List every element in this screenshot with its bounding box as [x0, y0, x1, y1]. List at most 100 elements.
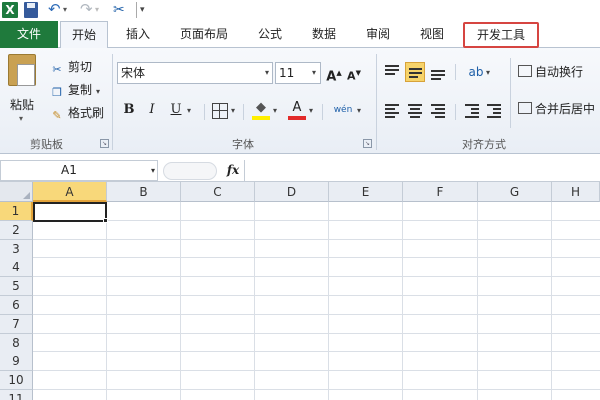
shrink-font-button[interactable]: A▼	[346, 62, 362, 84]
copy-button[interactable]: ❐ 复制 ▾	[50, 81, 100, 99]
font-separator-3	[322, 104, 323, 120]
align-left-button[interactable]	[382, 100, 402, 120]
formula-input[interactable]	[244, 160, 600, 181]
border-icon[interactable]	[212, 103, 228, 119]
row-header-7[interactable]: 7	[0, 314, 33, 334]
align-separator	[455, 64, 456, 80]
select-all-corner[interactable]	[0, 182, 33, 202]
row-header-3[interactable]: 3	[0, 239, 33, 259]
customize-icon[interactable]: ✂	[113, 2, 131, 18]
redo-dropdown-icon[interactable]: ▾	[95, 2, 103, 18]
tab-formulas[interactable]: 公式	[250, 21, 290, 48]
orientation-dropdown-icon[interactable]: ▾	[486, 68, 490, 77]
paste-dropdown-icon[interactable]: ▾	[19, 114, 23, 123]
row-header-4[interactable]: 4	[0, 258, 33, 278]
grid-row-line	[33, 351, 600, 353]
grid-row-line	[33, 276, 600, 278]
format-painter-button[interactable]: ✎ 格式刷	[50, 104, 104, 122]
font-color-dropdown-icon[interactable]: ▾	[309, 106, 313, 115]
align-right-button[interactable]	[428, 100, 448, 120]
undo-dropdown-icon[interactable]: ▾	[63, 2, 71, 18]
paste-icon[interactable]	[8, 54, 36, 86]
italic-button[interactable]: I	[143, 100, 161, 120]
merge-center-button[interactable]: 合并后居中	[518, 99, 595, 119]
fill-color-icon[interactable]: ◆	[252, 100, 270, 120]
tab-file[interactable]: 文件	[0, 21, 58, 48]
tab-view[interactable]: 视图	[412, 21, 452, 48]
align-separator-2	[510, 58, 511, 128]
align-center-button[interactable]	[405, 100, 425, 120]
align-middle-button[interactable]	[405, 62, 425, 82]
name-box-dropdown-icon[interactable]: ▾	[148, 160, 158, 181]
grow-font-button[interactable]: A▲	[326, 62, 342, 84]
qat-separator	[136, 2, 137, 18]
row-header-9[interactable]: 9	[0, 352, 33, 372]
font-separator	[204, 104, 205, 120]
underline-button[interactable]: U	[167, 100, 185, 120]
grid-row-line	[33, 370, 600, 372]
tab-developer[interactable]: 开发工具	[463, 22, 539, 48]
cut-button[interactable]: ✂ 剪切	[50, 58, 92, 76]
font-name-select[interactable]: 宋体	[117, 62, 273, 84]
phonetic-button[interactable]: wén	[332, 100, 354, 120]
row-header-2[interactable]: 2	[0, 220, 33, 240]
column-header-g[interactable]: G	[478, 182, 552, 202]
font-color-label: A	[292, 100, 302, 115]
wrap-text-button[interactable]: 自动换行	[518, 62, 583, 82]
tab-page-layout[interactable]: 页面布局	[170, 21, 238, 48]
tab-home[interactable]: 开始	[60, 21, 108, 49]
undo-icon[interactable]: ↶	[48, 2, 62, 18]
excel-logo-icon[interactable]: X	[2, 2, 18, 18]
paste-button[interactable]: 粘贴	[10, 96, 34, 113]
fill-color-dropdown-icon[interactable]: ▾	[273, 106, 277, 115]
row-header-8[interactable]: 8	[0, 333, 33, 353]
qat-more-icon[interactable]: ▾	[140, 2, 150, 18]
underline-dropdown-icon[interactable]: ▾	[187, 106, 191, 115]
column-header-b[interactable]: B	[107, 182, 181, 202]
redo-icon[interactable]: ↷	[80, 2, 94, 18]
increase-indent-button[interactable]	[484, 100, 504, 120]
font-separator-2	[243, 104, 244, 120]
active-cell[interactable]	[33, 202, 107, 222]
row-header-11[interactable]: 11	[0, 390, 33, 400]
tab-insert[interactable]: 插入	[116, 21, 160, 48]
column-header-d[interactable]: D	[255, 182, 329, 202]
column-header-h[interactable]: H	[552, 182, 600, 202]
row-header-5[interactable]: 5	[0, 277, 33, 297]
align-top-button[interactable]	[382, 62, 402, 82]
column-header-a[interactable]: A	[33, 182, 107, 202]
align-separator-3	[455, 104, 456, 120]
tab-data[interactable]: 数据	[304, 21, 344, 48]
wrap-text-label: 自动换行	[535, 65, 584, 79]
row-header-1[interactable]: 1	[0, 202, 33, 221]
insert-function-button[interactable]: fx	[222, 160, 244, 181]
bold-button[interactable]: B	[120, 100, 138, 120]
column-header-e[interactable]: E	[329, 182, 403, 202]
border-dropdown-icon[interactable]: ▾	[231, 106, 235, 115]
decrease-indent-button[interactable]	[462, 100, 482, 120]
grid-row-line	[33, 257, 600, 259]
phonetic-dropdown-icon[interactable]: ▾	[357, 106, 361, 115]
grid-row-line	[33, 389, 600, 390]
copy-dropdown-icon[interactable]: ▾	[96, 87, 100, 96]
row-header-10[interactable]: 10	[0, 371, 33, 391]
align-bottom-button[interactable]	[428, 62, 448, 82]
clipboard-launcher-icon[interactable]: ↘	[100, 139, 109, 148]
fill-handle[interactable]	[103, 218, 108, 223]
font-launcher-icon[interactable]: ↘	[363, 139, 372, 148]
formula-bar-divider-handle[interactable]	[163, 162, 217, 180]
name-box[interactable]: A1	[0, 160, 158, 181]
column-header-f[interactable]: F	[403, 182, 478, 202]
orientation-icon[interactable]: ab	[465, 62, 487, 82]
merge-center-icon	[518, 102, 532, 114]
row-header-6[interactable]: 6	[0, 296, 33, 315]
font-name-dropdown-icon[interactable]: ▾	[262, 62, 272, 84]
save-icon[interactable]	[24, 2, 38, 18]
group-label-font: 字体	[232, 138, 254, 151]
font-size-dropdown-icon[interactable]: ▾	[309, 62, 319, 84]
wrap-text-icon	[518, 65, 532, 77]
copy-icon: ❐	[52, 86, 62, 99]
font-color-button[interactable]: A	[288, 100, 306, 120]
tab-review[interactable]: 审阅	[358, 21, 398, 48]
column-header-c[interactable]: C	[181, 182, 255, 202]
